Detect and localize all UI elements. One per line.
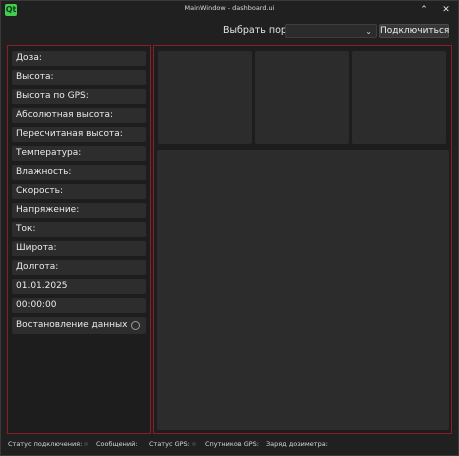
recalculated-altitude-field: Пересчитаная высота:	[12, 127, 146, 142]
main-window: Qt MainWindow - dashboard.ui ⌃ ✕ Выбрать…	[0, 0, 459, 456]
window-title: MainWindow - dashboard.ui	[184, 4, 275, 12]
time-field: 00:00:00	[12, 298, 146, 313]
speed-field: Скорость:	[12, 184, 146, 199]
data-recovery-label: Востановление данных	[16, 320, 128, 330]
telemetry-panel: Доза: Высота: Высота по GPS: Абсолютная …	[7, 45, 151, 434]
card-1	[158, 51, 252, 144]
port-select[interactable]: ⌄	[285, 24, 377, 38]
main-display-area	[157, 150, 449, 430]
gps-altitude-field: Высота по GPS:	[12, 89, 146, 104]
data-recovery-checkbox-row[interactable]: Востановление данных	[12, 317, 146, 334]
chevron-up-icon: ⌃	[420, 5, 428, 15]
connection-indicator-icon	[84, 442, 89, 446]
absolute-altitude-field: Абсолютная высота:	[12, 108, 146, 123]
messages-status: Сообщений:	[96, 440, 138, 448]
altitude-field: Высота:	[12, 70, 146, 85]
connection-status: Статус подключения:	[8, 438, 89, 450]
current-field: Ток:	[12, 222, 146, 237]
data-recovery-checkbox[interactable]	[131, 321, 140, 330]
close-icon: ✕	[442, 5, 450, 15]
collapse-button[interactable]: ⌃	[414, 1, 434, 19]
display-panel	[153, 45, 452, 434]
humidity-field: Влажность:	[12, 165, 146, 180]
connect-button[interactable]: Подключиться	[379, 24, 449, 38]
card-3	[352, 51, 446, 144]
status-bar: Статус подключения: Сообщений: Статус GP…	[1, 438, 458, 452]
dosimeter-charge: Заряд дозиметра:	[266, 440, 328, 448]
temperature-field: Температура:	[12, 146, 146, 161]
gps-satellites: Спутников GPS:	[205, 440, 259, 448]
chevron-down-icon: ⌄	[365, 27, 372, 36]
longitude-field: Долгота:	[12, 260, 146, 275]
voltage-field: Напряжение:	[12, 203, 146, 218]
latitude-field: Широта:	[12, 241, 146, 256]
connection-status-label: Статус подключения:	[8, 440, 83, 448]
title-bar: Qt MainWindow - dashboard.ui ⌃ ✕	[1, 1, 458, 19]
gps-indicator-icon	[191, 442, 196, 446]
dose-field: Доза:	[12, 51, 146, 66]
date-field: 01.01.2025	[12, 279, 146, 294]
gps-status-label: Статус GPS:	[149, 440, 190, 448]
card-2	[255, 51, 349, 144]
gps-status: Статус GPS:	[149, 438, 196, 450]
close-button[interactable]: ✕	[436, 1, 456, 19]
